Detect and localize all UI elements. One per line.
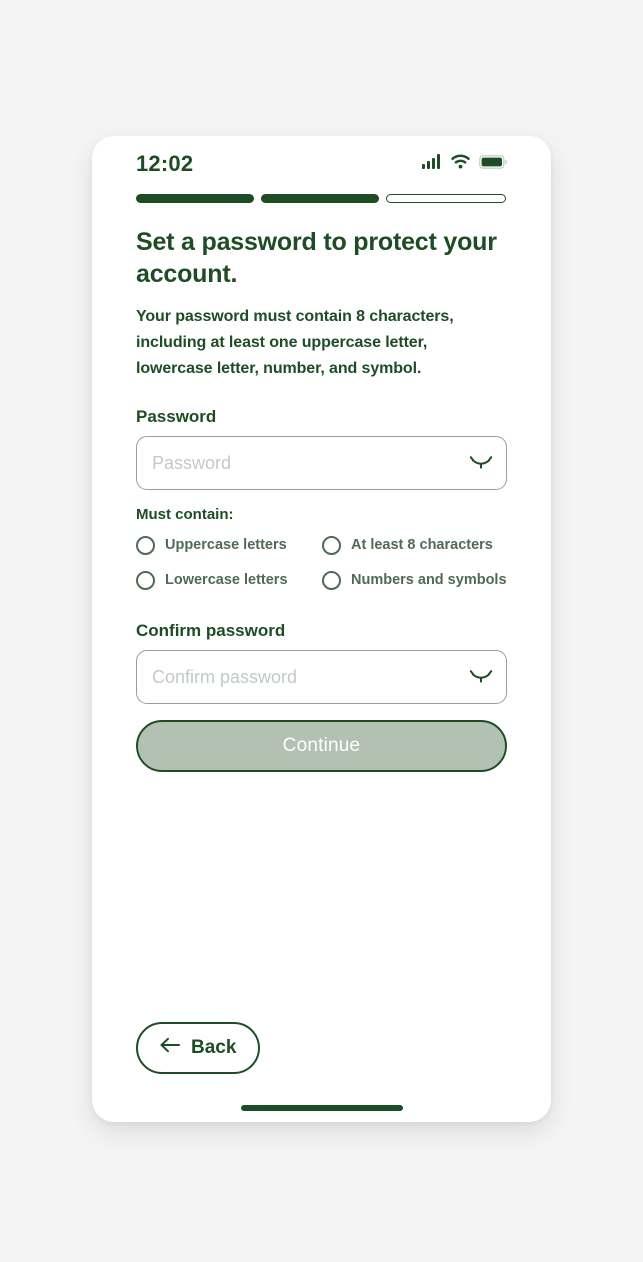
progress-segment-1 [136,194,254,203]
password-input[interactable] [137,437,506,489]
status-bar-clock: 12:02 [136,151,194,176]
phone-frame: 12:02 Set a password to protect your acc… [92,136,551,1122]
eye-off-icon [469,667,493,688]
page-description: Your password must contain 8 characters,… [136,308,454,377]
password-visibility-toggle[interactable] [468,452,494,474]
confirm-password-input[interactable] [137,651,506,703]
requirement-label: Numbers and symbols [351,572,507,588]
home-indicator [240,1105,403,1111]
requirement-label: At least 8 characters [351,537,493,553]
password-label: Password [136,407,217,426]
requirement-status-circle-icon [136,535,155,555]
confirm-password-label: Confirm password [136,621,286,640]
back-button[interactable]: Back [136,1022,261,1074]
battery-full-icon [479,154,507,174]
requirement-label: Lowercase letters [165,572,288,588]
progress-segment-2 [261,194,379,203]
back-button-label: Back [191,1037,237,1058]
confirm-password-visibility-toggle[interactable] [468,666,494,688]
main-content: Set a password to protect your account. … [136,226,507,772]
requirement-item: Lowercase letters [136,564,322,596]
requirement-status-circle-icon [136,570,155,590]
requirement-item: Numbers and symbols [322,564,507,596]
requirement-item: At least 8 characters [322,529,507,561]
confirm-password-field-wrapper[interactable] [136,650,507,704]
screen-stage: 12:02 Set a password to protect your acc… [0,0,643,1262]
requirement-item: Uppercase letters [136,529,322,561]
requirements-list: Uppercase letters At least 8 characters … [136,529,507,596]
continue-button[interactable]: Continue [136,720,507,772]
password-field-wrapper[interactable] [136,436,507,490]
requirement-status-circle-icon [322,570,341,590]
wifi-icon [451,154,470,174]
cellular-signal-icon [422,154,442,174]
progress-stepper [136,194,506,203]
status-bar-icons [422,154,507,174]
status-bar: 12:02 [92,136,551,192]
requirement-status-circle-icon [322,535,341,555]
eye-off-icon [469,453,493,474]
progress-segment-3 [386,194,506,203]
arrow-left-icon [160,1037,181,1059]
requirement-label: Uppercase letters [165,537,287,553]
requirements-label: Must contain: [136,506,234,523]
page-title: Set a password to protect your account. [136,228,497,288]
